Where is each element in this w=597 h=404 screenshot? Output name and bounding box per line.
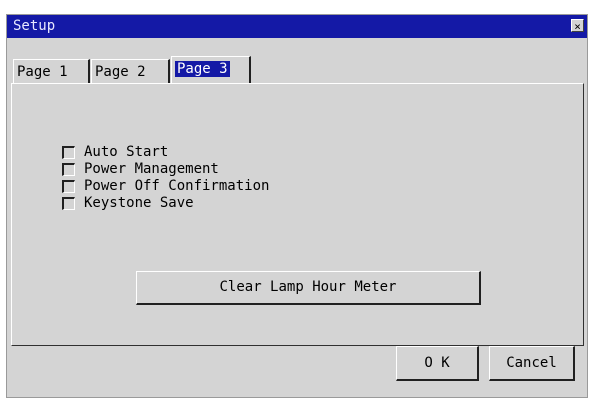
clear-lamp-hour-meter-button[interactable]: Clear Lamp Hour Meter (136, 271, 481, 305)
title-bar[interactable]: Setup × (7, 15, 587, 38)
window-title: Setup (13, 18, 56, 34)
tab-page-2[interactable]: Page 2 (91, 59, 170, 84)
tab-label: Page 3 (175, 61, 230, 77)
tab-page-1[interactable]: Page 1 (13, 59, 90, 84)
checkbox-label: Auto Start (84, 144, 169, 160)
ok-button[interactable]: O K (396, 346, 479, 381)
keystone-save-checkbox[interactable] (62, 196, 75, 210)
checkbox-label: Power Management (84, 161, 219, 177)
cancel-button[interactable]: Cancel (489, 346, 575, 381)
tab-panel: Auto Start Power Management Power Off Co… (11, 83, 584, 346)
close-icon[interactable]: × (571, 19, 584, 33)
checkbox-label: Power Off Confirmation (84, 178, 270, 194)
keystone-save-option[interactable]: Keystone Save (62, 193, 194, 213)
tab-label: Page 2 (95, 64, 146, 80)
auto-start-checkbox[interactable] (62, 145, 75, 159)
tab-page-3[interactable]: Page 3 (171, 56, 251, 84)
tab-label: Page 1 (17, 64, 68, 80)
power-management-checkbox[interactable] (62, 162, 75, 176)
checkbox-label: Keystone Save (84, 195, 194, 211)
power-off-confirmation-checkbox[interactable] (62, 179, 75, 193)
setup-dialog: Setup × Page 1 Page 2 Page 3 Auto Start … (6, 14, 588, 398)
